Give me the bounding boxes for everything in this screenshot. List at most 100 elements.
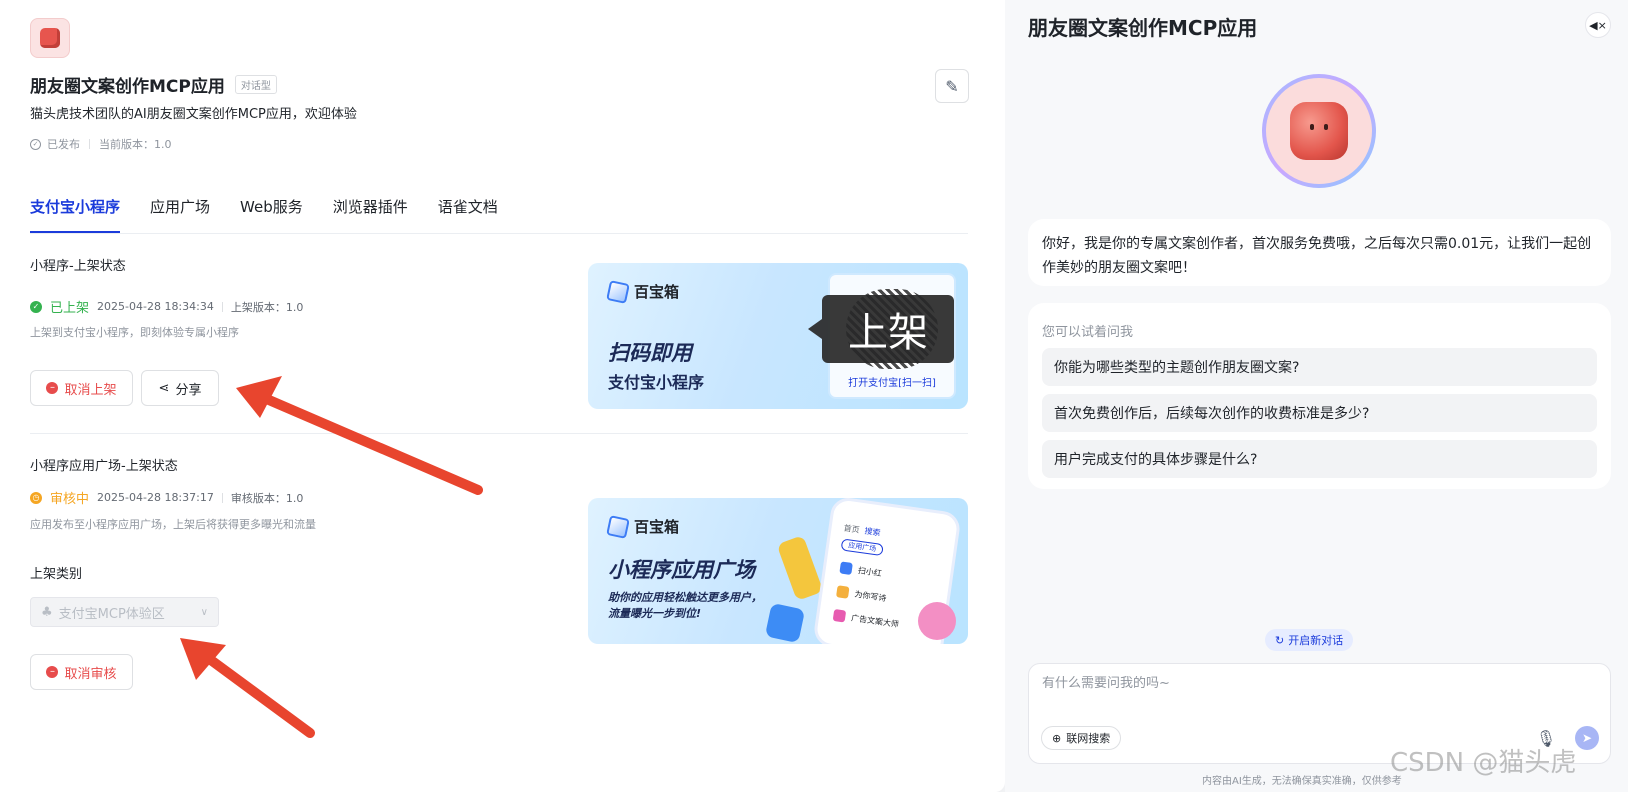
miniprogram-section-title: 小程序-上架状态 <box>30 259 126 274</box>
web-search-label: 联网搜索 <box>1066 732 1111 745</box>
speaker-mute-icon: ◀× <box>1589 18 1607 32</box>
clock-icon: ◷ <box>30 491 42 504</box>
chevron-down-icon: ∨ <box>200 606 208 618</box>
qr-caption: 打开支付宝[扫一扫] <box>848 378 936 389</box>
cancel-listing-button[interactable]: – 取消上架 <box>30 370 133 406</box>
suggestions-card: 您可以试着问我 你能为哪些类型的主题创作朋友圈文案? 首次免费创作后，后续每次创… <box>1028 303 1611 489</box>
banner-headline: 小程序应用广场 <box>608 558 755 582</box>
arrow-to-category <box>180 638 315 738</box>
new-chat-label: 开启新对话 <box>1288 634 1344 647</box>
phone-row-label: 为你写诗 <box>854 589 887 603</box>
share-button[interactable]: ⋖ 分享 <box>141 370 219 406</box>
publish-status: 已发布 <box>47 138 80 151</box>
phone-row-label: 广告文案大师 <box>850 612 900 629</box>
chat-preview-panel: 朋友圈文案创作MCP应用 ◀× 你好，我是你的专属文案创作者，首次服务免费哦，之… <box>1005 0 1628 792</box>
plaza-section-title: 小程序应用广场-上架状态 <box>30 459 178 474</box>
banner-subline-1: 助你的应用轻松触达更多用户， <box>608 591 762 604</box>
phone-row-label: 扫小红 <box>857 565 883 578</box>
plaza-hint: 应用发布至小程序应用广场，上架后将获得更多曝光和流量 <box>30 518 316 531</box>
new-chat-button[interactable]: ↻ 开启新对话 <box>1265 629 1354 651</box>
page: 朋友圈文案创作MCP应用 对话型 ✎ 猫头虎技术团队的AI朋友圈文案创作MCP应… <box>0 0 1628 792</box>
banner-brand-text: 百宝箱 <box>634 283 680 301</box>
tab-yuque-doc[interactable]: 语雀文档 <box>438 196 498 233</box>
category-label: 上架类别 <box>30 567 83 582</box>
ai-disclaimer: 内容由AI生成，无法确保真实准确，仅供参考 <box>1202 776 1402 787</box>
listing-tooltip: 上架 <box>808 295 954 363</box>
app-type-tag: 对话型 <box>234 75 277 94</box>
app-title: 朋友圈文案创作MCP应用 <box>30 77 225 97</box>
suggestions-title: 您可以试着问我 <box>1042 325 1134 340</box>
phone-chip: 应用广场 <box>840 538 884 557</box>
check-circle-icon: ✓ <box>30 138 41 150</box>
miniprogram-version: 上架版本：1.0 <box>230 300 304 314</box>
send-button[interactable]: ➤ <box>1575 726 1599 750</box>
app-description: 猫头虎技术团队的AI朋友圈文案创作MCP应用，欢迎体验 <box>30 107 357 122</box>
plant-icon: ♣ <box>41 604 53 620</box>
current-version: 当前版本：1.0 <box>99 138 172 151</box>
edit-button[interactable]: ✎ <box>935 69 969 103</box>
watermark: CSDN @猫头虎 <box>1390 748 1577 778</box>
decor-shape <box>776 535 824 601</box>
pencil-icon: ✎ <box>945 76 959 96</box>
tab-app-plaza[interactable]: 应用广场 <box>150 196 210 233</box>
share-label: 分享 <box>175 382 202 398</box>
banner-headline: 扫码即用 <box>608 341 692 365</box>
phone-tab-home: 首页 <box>843 523 861 535</box>
banner-brand: 百宝箱 <box>606 514 680 539</box>
category-select[interactable]: ♣ 支付宝MCP体验区 ∨ <box>30 597 219 627</box>
divider <box>89 139 90 149</box>
refresh-icon: ↻ <box>1275 633 1285 647</box>
divider <box>221 301 223 312</box>
send-icon: ➤ <box>1581 731 1593 745</box>
app-icon <box>839 561 853 575</box>
cube-icon <box>40 28 60 48</box>
suggestion-item[interactable]: 用户完成支付的具体步骤是什么? <box>1042 440 1597 478</box>
suggestion-item[interactable]: 你能为哪些类型的主题创作朋友圈文案? <box>1042 348 1597 386</box>
plaza-status-row: ◷ 审核中 2025-04-28 18:37:17 审核版本：1.0 <box>30 488 303 507</box>
banner-brand: 百宝箱 <box>606 279 680 304</box>
app-title-row: 朋友圈文案创作MCP应用 对话型 <box>30 72 277 97</box>
miniprogram-status-row: ✓ 已上架 2025-04-28 18:34:34 上架版本：1.0 <box>30 297 303 316</box>
cancel-review-button[interactable]: – 取消审核 <box>30 654 133 690</box>
category-value: 支付宝MCP体验区 <box>58 606 165 622</box>
phone-tab-search: 搜索 <box>863 526 882 538</box>
banner-brand-text: 百宝箱 <box>634 518 680 536</box>
decor-shape <box>764 602 806 644</box>
share-icon: ⋖ <box>158 380 170 396</box>
cube-mascot-icon <box>1290 102 1348 160</box>
cancel-listing-label: 取消上架 <box>64 382 117 398</box>
minus-circle-icon: – <box>46 382 59 394</box>
success-icon: ✓ <box>30 300 42 313</box>
plaza-banner: 百宝箱 小程序应用广场 助你的应用轻松触达更多用户， 流量曝光一步到位! 首页 … <box>588 498 968 644</box>
app-config-panel: 朋友圈文案创作MCP应用 对话型 ✎ 猫头虎技术团队的AI朋友圈文案创作MCP应… <box>0 0 1005 792</box>
banner-subline: 支付宝小程序 <box>608 373 705 392</box>
section-divider <box>30 433 968 434</box>
tab-browser-plugin[interactable]: 浏览器插件 <box>333 196 408 233</box>
suggestion-item[interactable]: 首次免费创作后，后续每次创作的收费标准是多少? <box>1042 394 1597 432</box>
globe-icon: ⊕ <box>1052 731 1062 745</box>
plaza-status: 审核中 <box>50 492 90 507</box>
app-status-row: ✓ 已发布 当前版本：1.0 <box>30 136 172 152</box>
greeting-message: 你好，我是你的专属文案创作者，首次服务免费哦，之后每次只需0.01元，让我们一起… <box>1028 219 1611 286</box>
publish-tabs: 支付宝小程序 应用广场 Web服务 浏览器插件 语雀文档 <box>30 196 968 234</box>
chat-input[interactable] <box>1042 676 1582 691</box>
app-icon <box>835 585 850 599</box>
miniprogram-time: 2025-04-28 18:34:34 <box>97 300 214 313</box>
box-icon <box>606 514 630 539</box>
app-logo <box>30 18 70 58</box>
tab-alipay-miniprogram[interactable]: 支付宝小程序 <box>30 196 121 233</box>
app-icon <box>832 608 847 623</box>
banner-subline-2: 流量曝光一步到位! <box>608 607 702 620</box>
tab-web-service[interactable]: Web服务 <box>240 196 303 233</box>
box-icon <box>606 279 630 304</box>
miniprogram-status: 已上架 <box>50 301 90 316</box>
web-search-toggle[interactable]: ⊕ 联网搜索 <box>1041 726 1122 750</box>
mute-button[interactable]: ◀× <box>1585 12 1611 38</box>
cancel-review-label: 取消审核 <box>64 666 117 682</box>
divider <box>221 492 223 503</box>
plaza-time: 2025-04-28 18:37:17 <box>97 491 214 504</box>
minus-circle-icon: – <box>46 666 59 678</box>
avatar-inner <box>1266 78 1372 184</box>
miniprogram-hint: 上架到支付宝小程序，即刻体验专属小程序 <box>30 326 239 339</box>
bot-avatar <box>1262 74 1376 188</box>
